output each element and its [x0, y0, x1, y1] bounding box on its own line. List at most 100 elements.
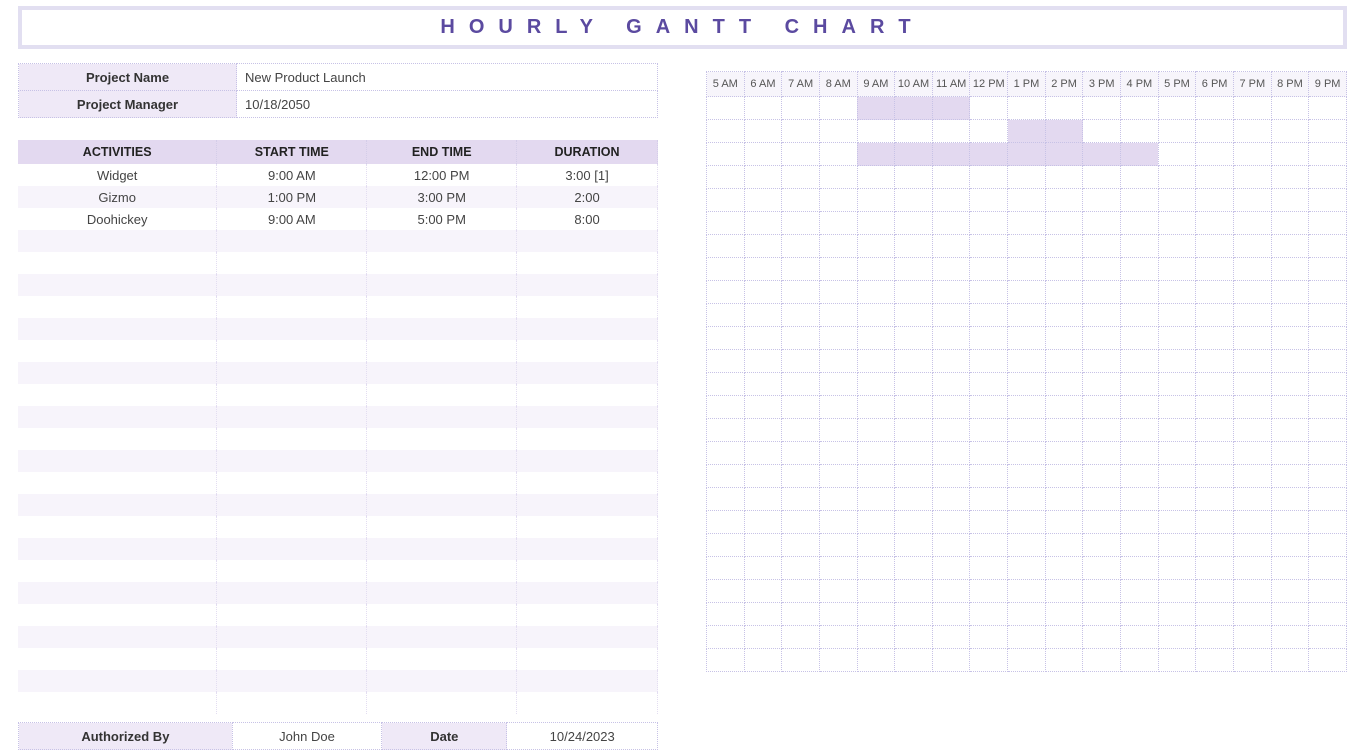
gantt-cell[interactable] — [1309, 327, 1347, 350]
gantt-cell[interactable] — [857, 373, 895, 396]
gantt-cell[interactable] — [819, 419, 857, 442]
gantt-cell[interactable] — [1196, 419, 1234, 442]
gantt-cell[interactable] — [1309, 396, 1347, 419]
activity-row-empty[interactable] — [18, 582, 658, 604]
gantt-cell[interactable] — [1008, 143, 1046, 166]
gantt-cell[interactable] — [1233, 396, 1271, 419]
gantt-cell[interactable] — [970, 97, 1008, 120]
gantt-cell[interactable] — [819, 603, 857, 626]
activity-row-empty[interactable] — [18, 538, 658, 560]
gantt-cell[interactable] — [1121, 189, 1159, 212]
gantt-cell[interactable] — [1196, 465, 1234, 488]
gantt-cell[interactable] — [1271, 120, 1309, 143]
activity-row-empty[interactable] — [18, 516, 658, 538]
gantt-cell[interactable] — [1158, 419, 1196, 442]
gantt-cell[interactable] — [1008, 511, 1046, 534]
gantt-cell[interactable] — [1309, 580, 1347, 603]
gantt-cell[interactable] — [1196, 626, 1234, 649]
gantt-cell[interactable] — [1271, 350, 1309, 373]
gantt-cell[interactable] — [895, 649, 933, 672]
gantt-cell[interactable] — [1233, 258, 1271, 281]
gantt-cell[interactable] — [744, 235, 782, 258]
gantt-cell[interactable] — [1158, 143, 1196, 166]
gantt-cell[interactable] — [1008, 557, 1046, 580]
gantt-cell[interactable] — [932, 419, 970, 442]
activity-row-empty[interactable] — [18, 428, 658, 450]
gantt-cell[interactable] — [1121, 580, 1159, 603]
gantt-cell[interactable] — [1271, 373, 1309, 396]
gantt-cell[interactable] — [707, 442, 745, 465]
gantt-cell[interactable] — [707, 235, 745, 258]
gantt-cell[interactable] — [1008, 304, 1046, 327]
gantt-cell[interactable] — [744, 557, 782, 580]
gantt-cell[interactable] — [707, 465, 745, 488]
gantt-cell[interactable] — [1083, 166, 1121, 189]
activity-row-empty[interactable] — [18, 340, 658, 362]
gantt-cell[interactable] — [1008, 235, 1046, 258]
gantt-cell[interactable] — [1045, 120, 1083, 143]
gantt-cell[interactable] — [932, 350, 970, 373]
gantt-cell[interactable] — [970, 534, 1008, 557]
gantt-cell[interactable] — [782, 626, 820, 649]
gantt-cell[interactable] — [819, 143, 857, 166]
gantt-cell[interactable] — [744, 212, 782, 235]
gantt-cell[interactable] — [1045, 212, 1083, 235]
gantt-cell[interactable] — [1158, 488, 1196, 511]
gantt-cell[interactable] — [1045, 373, 1083, 396]
gantt-cell[interactable] — [932, 557, 970, 580]
gantt-cell[interactable] — [782, 97, 820, 120]
gantt-cell[interactable] — [707, 258, 745, 281]
gantt-cell[interactable] — [1233, 166, 1271, 189]
gantt-cell[interactable] — [1309, 511, 1347, 534]
gantt-cell[interactable] — [744, 189, 782, 212]
gantt-cell[interactable] — [1045, 350, 1083, 373]
gantt-cell[interactable] — [970, 649, 1008, 672]
gantt-cell[interactable] — [782, 212, 820, 235]
gantt-cell[interactable] — [744, 626, 782, 649]
activity-row[interactable]: Widget9:00 AM12:00 PM3:00 [1] — [18, 164, 658, 186]
gantt-cell[interactable] — [707, 419, 745, 442]
gantt-cell[interactable] — [1083, 442, 1121, 465]
gantt-cell[interactable] — [1121, 442, 1159, 465]
gantt-cell[interactable] — [1083, 350, 1121, 373]
gantt-cell[interactable] — [1309, 281, 1347, 304]
gantt-cell[interactable] — [970, 327, 1008, 350]
gantt-cell[interactable] — [782, 327, 820, 350]
gantt-cell[interactable] — [707, 120, 745, 143]
gantt-cell[interactable] — [1158, 212, 1196, 235]
gantt-cell[interactable] — [707, 557, 745, 580]
gantt-cell[interactable] — [744, 327, 782, 350]
gantt-cell[interactable] — [1121, 626, 1159, 649]
gantt-cell[interactable] — [744, 649, 782, 672]
gantt-cell[interactable] — [819, 534, 857, 557]
activity-row-empty[interactable] — [18, 252, 658, 274]
activity-row-empty[interactable] — [18, 648, 658, 670]
gantt-cell[interactable] — [744, 373, 782, 396]
gantt-cell[interactable] — [782, 649, 820, 672]
gantt-cell[interactable] — [1158, 258, 1196, 281]
gantt-cell[interactable] — [1158, 465, 1196, 488]
gantt-cell[interactable] — [1196, 649, 1234, 672]
gantt-cell[interactable] — [782, 396, 820, 419]
gantt-cell[interactable] — [970, 419, 1008, 442]
gantt-cell[interactable] — [932, 258, 970, 281]
gantt-cell[interactable] — [782, 534, 820, 557]
gantt-cell[interactable] — [1008, 488, 1046, 511]
gantt-cell[interactable] — [1196, 580, 1234, 603]
gantt-cell[interactable] — [744, 580, 782, 603]
gantt-cell[interactable] — [782, 120, 820, 143]
gantt-cell[interactable] — [744, 488, 782, 511]
gantt-cell[interactable] — [1045, 603, 1083, 626]
gantt-cell[interactable] — [1233, 488, 1271, 511]
gantt-cell[interactable] — [970, 465, 1008, 488]
gantt-cell[interactable] — [1271, 534, 1309, 557]
gantt-cell[interactable] — [970, 626, 1008, 649]
gantt-cell[interactable] — [1083, 235, 1121, 258]
gantt-cell[interactable] — [744, 603, 782, 626]
gantt-cell[interactable] — [1196, 304, 1234, 327]
gantt-cell[interactable] — [782, 166, 820, 189]
gantt-cell[interactable] — [744, 396, 782, 419]
gantt-cell[interactable] — [1083, 373, 1121, 396]
gantt-cell[interactable] — [1309, 442, 1347, 465]
gantt-cell[interactable] — [1309, 350, 1347, 373]
